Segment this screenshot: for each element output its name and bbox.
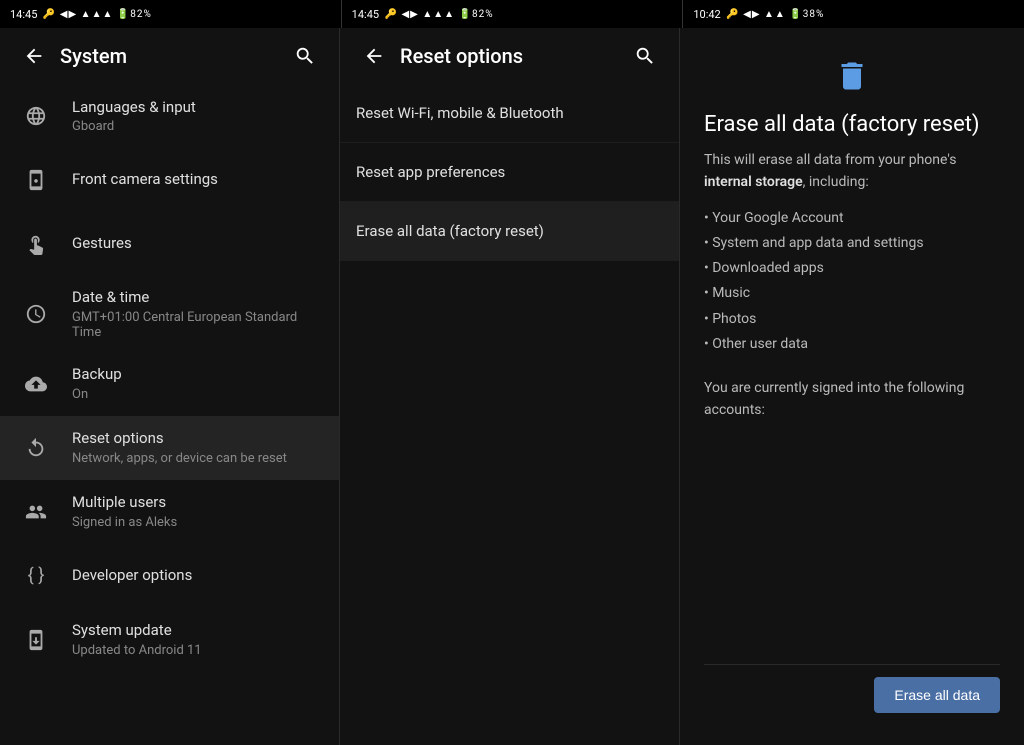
backup-subtitle: On: [72, 387, 323, 402]
reset-wifi-item[interactable]: Reset Wi-Fi, mobile & Bluetooth: [340, 84, 679, 143]
languages-text: Languages & input Gboard: [72, 98, 323, 135]
erase-accounts-text: You are currently signed into the follow…: [704, 377, 1000, 422]
erase-desc-bold: internal storage: [704, 174, 803, 190]
erase-title: Erase all data (factory reset): [704, 112, 1000, 137]
multiple-users-text: Multiple users Signed in as Aleks: [72, 493, 323, 530]
sidebar-item-gestures[interactable]: Gestures: [0, 212, 339, 276]
time-1: 14:45: [10, 8, 37, 21]
date-time-title: Date & time: [72, 288, 323, 308]
status-icons-1: 🔑 ◀▶ ▲▲▲ 🔋82%: [43, 9, 152, 20]
backup-icon: [16, 364, 56, 404]
front-camera-title: Front camera settings: [72, 170, 323, 190]
gestures-title: Gestures: [72, 234, 323, 254]
backup-title: Backup: [72, 365, 323, 385]
erase-list-item-1: • System and app data and settings: [704, 231, 1000, 256]
status-icons-2: 🔑 ◀▶ ▲▲▲ 🔋82%: [385, 9, 494, 20]
back-button-panel1[interactable]: [16, 38, 52, 74]
clock-icon: [16, 294, 56, 334]
gestures-icon: [16, 224, 56, 264]
erase-list-item-4: • Photos: [704, 307, 1000, 332]
erase-data-list: • Your Google Account • System and app d…: [704, 206, 1000, 357]
panel1-title: System: [60, 44, 287, 68]
panel2-header: Reset options: [340, 28, 679, 84]
system-settings-panel: System Languages & input Gboard Front ca…: [0, 28, 340, 745]
status-icons-3: 🔑 ◀▶ ▲▲ 🔋38%: [726, 9, 824, 20]
panel2-title: Reset options: [400, 44, 627, 68]
reset-icon: [16, 428, 56, 468]
system-update-title: System update: [72, 621, 323, 641]
reset-app-prefs-title: Reset app preferences: [356, 163, 663, 181]
multiple-users-title: Multiple users: [72, 493, 323, 513]
backup-text: Backup On: [72, 365, 323, 402]
languages-title: Languages & input: [72, 98, 323, 118]
time-3: 10:42: [693, 8, 720, 21]
system-update-text: System update Updated to Android 11: [72, 621, 323, 658]
trash-icon: [832, 56, 872, 96]
erase-data-panel: Erase all data (factory reset) This will…: [680, 28, 1024, 745]
reset-app-prefs-item[interactable]: Reset app preferences: [340, 143, 679, 202]
update-icon: [16, 620, 56, 660]
erase-list-item-5: • Other user data: [704, 332, 1000, 357]
sidebar-item-multiple-users[interactable]: Multiple users Signed in as Aleks: [0, 480, 339, 544]
erase-all-data-title: Erase all data (factory reset): [356, 222, 663, 240]
multiple-users-subtitle: Signed in as Aleks: [72, 515, 323, 530]
date-time-subtitle: GMT+01:00 Central European Standard Time: [72, 310, 323, 340]
dev-icon: { }: [16, 556, 56, 596]
time-2: 14:45: [352, 8, 379, 21]
front-camera-icon: [16, 160, 56, 200]
reset-options-panel: Reset options Reset Wi-Fi, mobile & Blue…: [340, 28, 680, 745]
reset-options-text: Reset options Network, apps, or device c…: [72, 429, 323, 466]
front-camera-text: Front camera settings: [72, 170, 323, 190]
search-button-panel2[interactable]: [627, 38, 663, 74]
developer-options-text: Developer options: [72, 566, 323, 586]
erase-list-item-2: • Downloaded apps: [704, 256, 1000, 281]
status-bar-2: 14:45 🔑 ◀▶ ▲▲▲ 🔋82%: [342, 0, 683, 28]
erase-description: This will erase all data from your phone…: [704, 149, 1000, 194]
erase-desc-after: , including:: [803, 174, 869, 190]
sidebar-item-developer-options[interactable]: { } Developer options: [0, 544, 339, 608]
date-time-text: Date & time GMT+01:00 Central European S…: [72, 288, 323, 340]
erase-list-item-3: • Music: [704, 281, 1000, 306]
gestures-text: Gestures: [72, 234, 323, 254]
sidebar-item-front-camera[interactable]: Front camera settings: [0, 148, 339, 212]
sidebar-item-date-time[interactable]: Date & time GMT+01:00 Central European S…: [0, 276, 339, 352]
erase-list-item-0: • Your Google Account: [704, 206, 1000, 231]
erase-desc-before: This will erase all data from your phone…: [704, 152, 956, 168]
trash-icon-container: [704, 56, 1000, 96]
system-update-subtitle: Updated to Android 11: [72, 643, 323, 658]
developer-options-title: Developer options: [72, 566, 323, 586]
status-bar-3: 10:42 🔑 ◀▶ ▲▲ 🔋38%: [683, 0, 1024, 28]
sidebar-item-backup[interactable]: Backup On: [0, 352, 339, 416]
sidebar-item-system-update[interactable]: System update Updated to Android 11: [0, 608, 339, 672]
reset-wifi-title: Reset Wi-Fi, mobile & Bluetooth: [356, 104, 663, 122]
language-icon: [16, 96, 56, 136]
erase-button-container: Erase all data: [704, 664, 1000, 725]
erase-all-data-item[interactable]: Erase all data (factory reset): [340, 202, 679, 261]
search-button-panel1[interactable]: [287, 38, 323, 74]
languages-subtitle: Gboard: [72, 119, 323, 134]
sidebar-item-languages[interactable]: Languages & input Gboard: [0, 84, 339, 148]
reset-options-title: Reset options: [72, 429, 323, 449]
reset-options-subtitle: Network, apps, or device can be reset: [72, 451, 323, 466]
users-icon: [16, 492, 56, 532]
erase-all-button[interactable]: Erase all data: [874, 677, 1000, 713]
sidebar-item-reset-options[interactable]: Reset options Network, apps, or device c…: [0, 416, 339, 480]
panel1-header: System: [0, 28, 339, 84]
back-button-panel2[interactable]: [356, 38, 392, 74]
status-bar-1: 14:45 🔑 ◀▶ ▲▲▲ 🔋82%: [0, 0, 341, 28]
